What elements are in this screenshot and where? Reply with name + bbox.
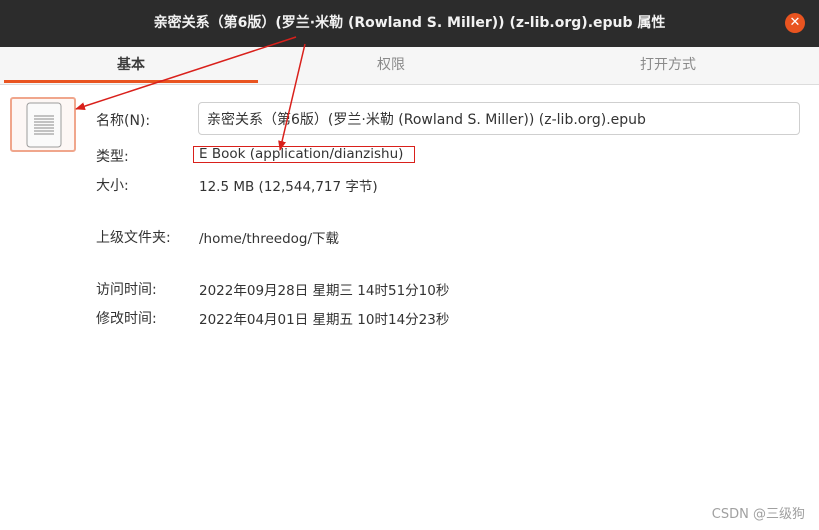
accessed-value: 2022年09月28日 星期三 14时51分10秒	[199, 283, 450, 299]
annotation-highlight-box	[193, 146, 415, 163]
file-icon-button[interactable]	[10, 97, 76, 152]
window-title: 亲密关系（第6版）(罗兰·米勒 (Rowland S. Miller)) (z-…	[153, 15, 666, 31]
tab-bar: 基本 权限 打开方式	[0, 47, 819, 85]
watermark: CSDN @三级狗	[711, 507, 805, 522]
size-value: 12.5 MB (12,544,717 字节)	[199, 179, 378, 195]
modified-label: 修改时间:	[96, 311, 157, 327]
tab-permissions[interactable]: 权限	[262, 47, 520, 84]
parent-folder-label: 上级文件夹:	[96, 230, 171, 246]
properties-dialog: 亲密关系（第6版）(罗兰·米勒 (Rowland S. Miller)) (z-…	[0, 0, 819, 530]
close-icon[interactable]: ✕	[785, 13, 805, 33]
name-label: 名称(N):	[96, 113, 151, 129]
tab-basic[interactable]: 基本	[4, 47, 258, 84]
size-label: 大小:	[96, 178, 129, 194]
title-bar: 亲密关系（第6版）(罗兰·米勒 (Rowland S. Miller)) (z-…	[0, 0, 819, 47]
document-icon	[26, 102, 62, 148]
modified-value: 2022年04月01日 星期五 10时14分23秒	[199, 312, 450, 328]
tab-open-with[interactable]: 打开方式	[520, 47, 816, 84]
parent-folder-value: /home/threedog/下载	[199, 231, 340, 247]
accessed-label: 访问时间:	[96, 282, 157, 298]
active-tab-indicator	[4, 80, 258, 83]
name-input[interactable]	[198, 102, 800, 135]
type-label: 类型:	[96, 149, 129, 165]
